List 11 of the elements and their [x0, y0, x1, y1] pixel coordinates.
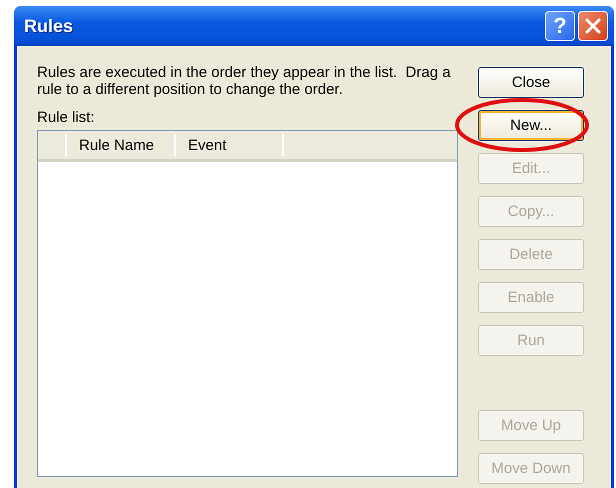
- dialog-button[interactable]: New...: [478, 110, 584, 141]
- help-button[interactable]: ?: [545, 11, 575, 41]
- window-title: Rules: [24, 16, 74, 36]
- rule-list-label: Rule list:: [37, 109, 95, 126]
- column-header[interactable]: Event: [176, 134, 284, 156]
- column-header[interactable]: Rule Name: [67, 134, 176, 156]
- rule-list[interactable]: Rule Name Event: [37, 130, 458, 477]
- close-icon: [584, 17, 602, 35]
- close-button[interactable]: [578, 11, 608, 41]
- dialog-button[interactable]: Close: [478, 67, 584, 98]
- instructions-text: Rules are executed in the order they appear in the list. Drag a rule to a different position to change the order.: [37, 64, 452, 98]
